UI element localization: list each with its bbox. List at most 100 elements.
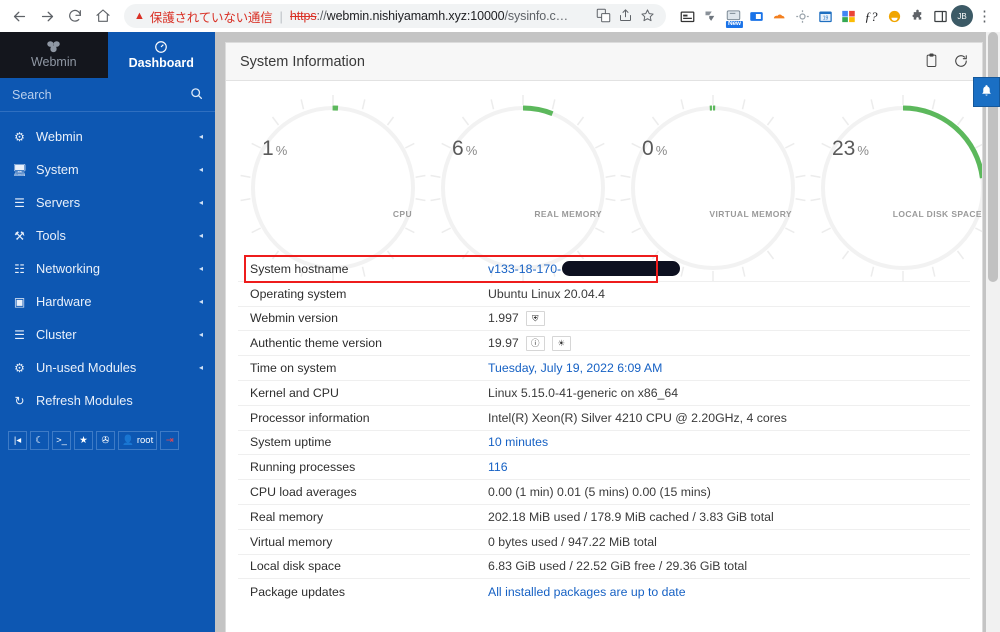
share-icon[interactable] bbox=[618, 8, 634, 24]
page-title: System Information bbox=[240, 53, 365, 70]
sidebar-item-hardware[interactable]: ▣ Hardware ◂ bbox=[0, 285, 215, 318]
forward-arrow-icon[interactable] bbox=[34, 3, 60, 29]
translate-icon[interactable] bbox=[596, 8, 612, 24]
scrollbar-thumb[interactable] bbox=[988, 32, 998, 282]
monitor-icon: 🖥 bbox=[12, 162, 28, 177]
chevron-left-icon: ◂ bbox=[198, 363, 203, 372]
collapse-sidebar-button[interactable]: |◂ bbox=[8, 431, 27, 450]
search-icon[interactable] bbox=[190, 87, 203, 103]
gauge-virtual-memory-label: VIRTUAL MEMORY bbox=[709, 209, 792, 219]
avatar[interactable]: JB bbox=[951, 5, 973, 27]
sidebar-item-tools-label: Tools bbox=[36, 228, 66, 243]
row-key: Running processes bbox=[250, 460, 356, 475]
google-colors-extension-icon[interactable] bbox=[839, 7, 857, 25]
side-panel-icon[interactable] bbox=[931, 7, 949, 25]
hardware-icon: ▣ bbox=[13, 294, 26, 309]
row-key: System uptime bbox=[250, 435, 332, 450]
refresh-icon[interactable] bbox=[954, 54, 968, 70]
sidebar-item-networking[interactable]: ☷ Networking ◂ bbox=[0, 252, 215, 285]
orange-cloud-extension-icon[interactable] bbox=[770, 7, 788, 25]
row-key: Processor information bbox=[250, 410, 370, 425]
clipboard-icon[interactable] bbox=[925, 53, 938, 70]
info-icon[interactable]: ⓘ bbox=[525, 335, 545, 351]
user-button[interactable]: 👤 root bbox=[118, 431, 158, 450]
search-input[interactable] bbox=[12, 87, 190, 102]
table-row: Operating system Ubuntu Linux 20.04.4 bbox=[238, 282, 970, 307]
gauge-virtual-memory-svg bbox=[620, 95, 806, 281]
bookmark-star-icon[interactable] bbox=[640, 8, 656, 24]
back-arrow-icon[interactable] bbox=[6, 3, 32, 29]
url-separator: :// bbox=[316, 9, 327, 23]
row-value[interactable]: Tuesday, July 19, 2022 6:09 AM bbox=[488, 361, 662, 375]
upgrade-icon[interactable]: ⛨ bbox=[525, 310, 545, 326]
table-row: CPU load averages 0.00 (1 min) 0.01 (5 m… bbox=[238, 480, 970, 505]
sidebar-item-cluster[interactable]: ☰ Cluster ◂ bbox=[0, 318, 215, 351]
night-mode-button[interactable]: ☾ bbox=[30, 431, 49, 450]
home-icon[interactable] bbox=[90, 3, 116, 29]
sidebar-item-refresh-modules[interactable]: ↻ Refresh Modules bbox=[0, 384, 215, 417]
sidebar-item-hardware-label: Hardware bbox=[36, 294, 92, 309]
sidebar-item-system[interactable]: 🖥 System ◂ bbox=[0, 153, 215, 186]
new-badge: New bbox=[725, 20, 743, 28]
user-button-label: root bbox=[136, 435, 154, 446]
new-tab-extension-icon[interactable]: New bbox=[724, 7, 743, 28]
bell-icon bbox=[980, 84, 993, 100]
row-key: Time on system bbox=[250, 361, 337, 376]
face-extension-icon[interactable] bbox=[885, 7, 903, 25]
sidebar-search[interactable] bbox=[0, 78, 215, 112]
row-key: CPU load averages bbox=[250, 485, 357, 500]
row-key: Kernel and CPU bbox=[250, 385, 339, 400]
row-key: Local disk space bbox=[250, 559, 341, 574]
gauge-real-memory-value: 6% bbox=[452, 137, 478, 160]
logout-button[interactable]: ⇥ bbox=[160, 431, 180, 450]
puzzle-extensions-icon[interactable] bbox=[908, 7, 926, 25]
favorites-button[interactable]: ★ bbox=[74, 431, 93, 450]
sidebar-item-webmin[interactable]: ⚙ Webmin ◂ bbox=[0, 120, 215, 153]
row-value: 1.997 ⛨ bbox=[488, 310, 545, 326]
row-value[interactable]: All installed packages are up to date bbox=[488, 585, 686, 599]
sidebar-tab-webmin[interactable]: Webmin bbox=[0, 32, 108, 78]
pin-extension-icon[interactable] bbox=[701, 7, 719, 25]
f-question-extension-icon[interactable]: ƒ? bbox=[862, 7, 880, 25]
theme-palette-button[interactable]: ✇ bbox=[96, 431, 115, 450]
tools-icon: ⚒ bbox=[14, 228, 25, 243]
page-scrollbar[interactable] bbox=[986, 32, 1000, 632]
row-value: 6.83 GiB used / 22.52 GiB free / 29.36 G… bbox=[488, 559, 748, 574]
server-icon: ☰ bbox=[14, 195, 25, 210]
gauges-row: 1% CPU 6 % REAL MEMORY 0 % VIRTUAL MEMOR… bbox=[238, 81, 982, 281]
sidebar-item-unused-modules[interactable]: ⚙ Un-used Modules ◂ bbox=[0, 351, 215, 384]
gauge-cpu-svg bbox=[240, 95, 426, 281]
sidebar-tab-dashboard[interactable]: Dashboard bbox=[107, 32, 215, 78]
row-value: 0.00 (1 min) 0.01 (5 mins) 0.00 (15 mins… bbox=[488, 485, 711, 500]
redaction-bar bbox=[562, 261, 681, 277]
row-value: 202.18 MiB used / 178.9 MiB cached / 3.8… bbox=[488, 509, 774, 524]
webmin-app: Webmin Dashboard ⚙ Webmin ◂ 🖥 bbox=[0, 32, 1000, 632]
network-icon: ☷ bbox=[14, 261, 25, 276]
row-key: Authentic theme version bbox=[250, 336, 382, 351]
sidebar-item-servers[interactable]: ☰ Servers ◂ bbox=[0, 186, 215, 219]
address-bar[interactable]: ▲ 保護されていない通信 | https://webmin.nishiyamam… bbox=[124, 4, 666, 28]
sidebar-tab-webmin-label: Webmin bbox=[30, 55, 77, 70]
browser-toolbar: ▲ 保護されていない通信 | https://webmin.nishiyamam… bbox=[0, 0, 1000, 32]
gauge-virtual-memory: 0% VIRTUAL MEMORY bbox=[618, 93, 808, 281]
gauge-real-memory-svg bbox=[430, 95, 616, 281]
sidebar-item-servers-label: Servers bbox=[36, 195, 81, 210]
table-row: System uptime 10 minutes bbox=[238, 431, 970, 456]
row-value[interactable]: v133-18-170- bbox=[488, 261, 681, 277]
kebab-menu-icon[interactable]: ⋮ bbox=[975, 9, 994, 24]
calendar-extension-icon[interactable]: 19 bbox=[816, 7, 834, 25]
palette-icon[interactable]: ☀ bbox=[551, 335, 571, 351]
system-information-card: System Information 1 % CPU 6 % REAL MEMO… bbox=[225, 42, 983, 632]
news-extension-icon[interactable] bbox=[678, 7, 696, 25]
terminal-button[interactable]: >_ bbox=[52, 431, 71, 450]
sidebar-item-tools[interactable]: ⚒ Tools ◂ bbox=[0, 219, 215, 252]
id-card-extension-icon[interactable] bbox=[747, 7, 765, 25]
chevron-left-icon: ◂ bbox=[198, 132, 203, 141]
row-value[interactable]: 116 bbox=[488, 460, 508, 474]
sidebar-nav: ⚙ Webmin ◂ 🖥 System ◂ ☰ Servers ◂ ⚒ Tool… bbox=[0, 112, 215, 417]
row-value[interactable]: 10 minutes bbox=[488, 435, 548, 449]
row-value: Ubuntu Linux 20.04.4 bbox=[488, 286, 605, 301]
reload-icon[interactable] bbox=[62, 3, 88, 29]
notifications-bell-button[interactable] bbox=[973, 77, 1000, 107]
settings-gear-extension-icon[interactable] bbox=[793, 7, 811, 25]
